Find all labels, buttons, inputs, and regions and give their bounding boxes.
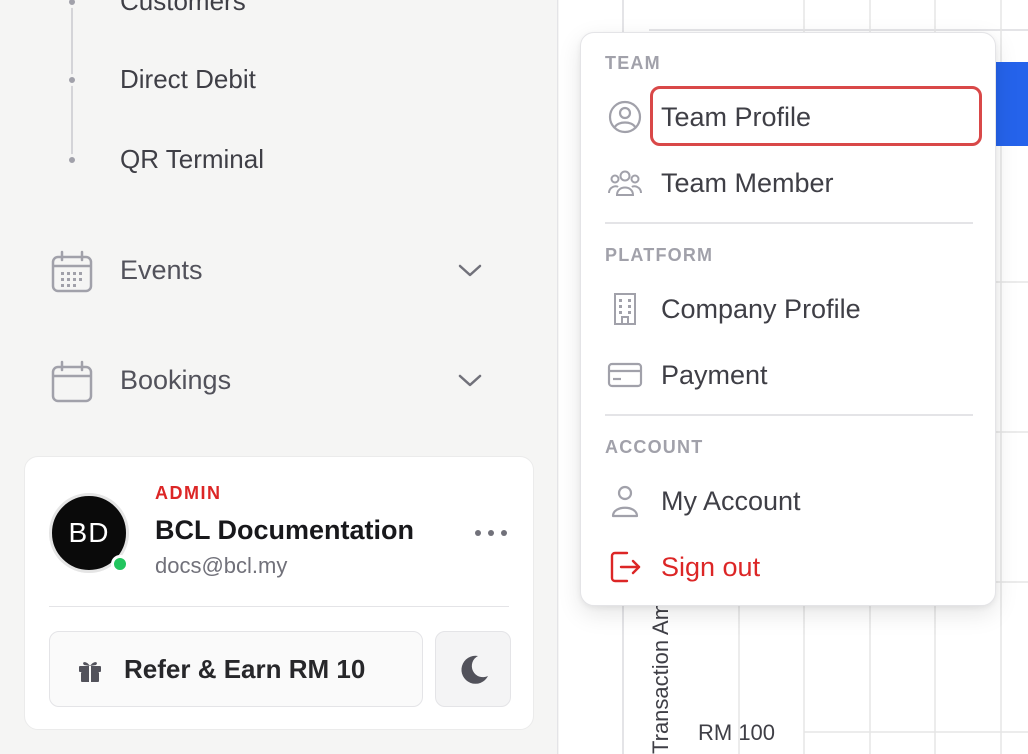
subnav-dot — [66, 154, 78, 166]
user-circle-icon — [608, 100, 642, 134]
sidebar-item-events[interactable]: Events — [0, 240, 500, 300]
subnav-dot — [66, 0, 78, 8]
menu-item-label: Payment — [661, 360, 768, 390]
refer-earn-button[interactable]: Refer & Earn RM 10 — [49, 631, 423, 707]
menu-item-label: Sign out — [661, 552, 761, 582]
calendar-grid-icon — [51, 250, 93, 293]
menu-section-platform: PLATFORM — [605, 245, 714, 265]
subnav-label: QR Terminal — [120, 144, 265, 174]
highlight-outline — [650, 86, 982, 146]
user-icon — [611, 485, 639, 518]
menu-divider — [605, 222, 973, 224]
sidebar: Customers Direct Debit QR Terminal Event… — [0, 0, 558, 754]
user-card: BD ADMIN BCL Documentation docs@bcl.my R… — [24, 456, 534, 730]
moon-icon — [461, 655, 488, 684]
menu-item-sign-out[interactable]: Sign out — [593, 539, 985, 595]
gift-icon — [79, 662, 101, 682]
menu-section-team: TEAM — [605, 53, 661, 73]
chevron-down-icon[interactable] — [456, 370, 484, 390]
sidebar-item-bookings[interactable]: Bookings — [0, 350, 500, 410]
subnav-label: Direct Debit — [120, 64, 256, 94]
subnav-dot — [66, 74, 78, 86]
dot — [501, 530, 507, 536]
refer-earn-label: Refer & Earn RM 10 — [124, 654, 366, 684]
subnav-item-customers[interactable]: Customers — [0, 0, 400, 22]
menu-item-company-profile[interactable]: Company Profile — [593, 281, 985, 337]
online-status-dot — [111, 555, 129, 573]
calendar-icon — [51, 360, 93, 403]
subnav-item-qr-terminal[interactable]: QR Terminal — [0, 140, 400, 180]
sign-out-icon — [610, 551, 641, 583]
credit-card-icon — [607, 362, 643, 388]
menu-divider — [605, 414, 973, 416]
users-group-icon — [608, 170, 642, 196]
building-icon — [614, 293, 636, 325]
user-name: BCL Documentation — [155, 515, 415, 545]
sidebar-item-label: Bookings — [120, 365, 232, 395]
menu-section-account: ACCOUNT — [605, 437, 704, 457]
more-options-button[interactable] — [471, 517, 511, 549]
dot — [475, 530, 481, 536]
menu-item-payment[interactable]: Payment — [593, 347, 985, 403]
menu-item-label: Team Member — [661, 168, 834, 198]
divider — [49, 606, 509, 607]
role-badge: ADMIN — [155, 483, 222, 503]
chevron-down-icon[interactable] — [456, 260, 484, 280]
menu-item-my-account[interactable]: My Account — [593, 473, 985, 529]
menu-item-label: Company Profile — [661, 294, 861, 324]
theme-toggle-button[interactable] — [435, 631, 511, 707]
subnav-item-direct-debit[interactable]: Direct Debit — [0, 60, 400, 100]
dot — [488, 530, 494, 536]
avatar-initials: BD — [68, 517, 110, 548]
subnav-label: Customers — [120, 0, 246, 16]
sidebar-item-label: Events — [120, 255, 203, 285]
menu-item-team-member[interactable]: Team Member — [593, 155, 985, 211]
y-tick-label: RM 100 — [698, 720, 776, 745]
menu-item-label: My Account — [661, 486, 801, 516]
user-email: docs@bcl.my — [155, 553, 288, 578]
